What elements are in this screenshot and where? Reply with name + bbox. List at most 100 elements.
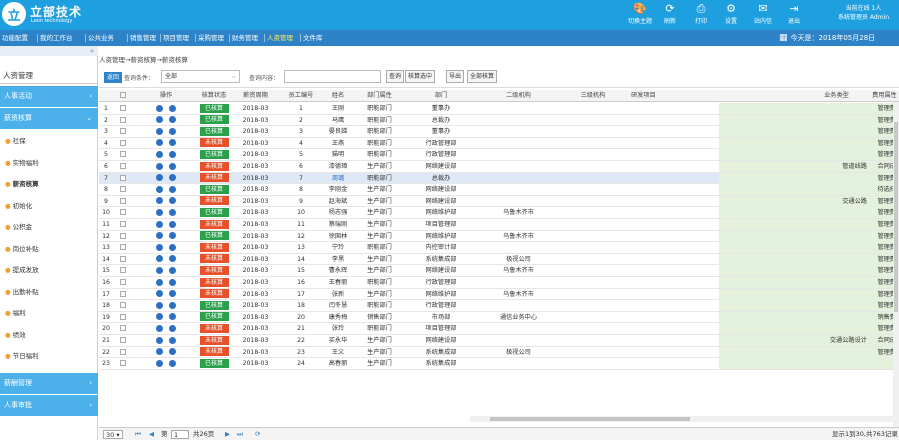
edit-icon[interactable] (156, 301, 163, 309)
edit-icon[interactable] (156, 266, 163, 274)
edit-icon[interactable] (156, 243, 163, 251)
edit-icon[interactable] (156, 127, 163, 135)
edit-icon[interactable] (156, 162, 163, 170)
edit-icon[interactable] (156, 104, 163, 112)
column-header-6[interactable]: 员工编号 (282, 90, 320, 102)
column-header-15[interactable]: 费用属性 (870, 90, 899, 102)
select-all-checkbox[interactable] (120, 92, 126, 98)
view-icon[interactable] (169, 197, 176, 205)
sidebar-group-2[interactable]: 薪资核算 ⌄ (0, 108, 98, 129)
row-checkbox[interactable] (120, 313, 126, 320)
menu-item-9[interactable]: 文件库 (303, 30, 323, 46)
edit-icon[interactable] (156, 150, 163, 158)
column-header-1[interactable] (99, 90, 113, 102)
row-checkbox-cell[interactable] (113, 207, 133, 218)
toolbar-gear-button[interactable]: ⚙ 设置 (716, 2, 746, 25)
row-checkbox[interactable] (120, 302, 126, 309)
view-icon[interactable] (169, 255, 176, 263)
row-checkbox-cell[interactable] (113, 277, 133, 288)
sidebar-item-5[interactable]: ● 公积金 (0, 217, 98, 237)
row-checkbox[interactable] (120, 128, 126, 135)
edit-icon[interactable] (156, 174, 163, 182)
edit-icon[interactable] (156, 324, 163, 332)
row-checkbox-cell[interactable] (113, 173, 133, 184)
toolbar-mail-button[interactable]: ✉ 站内信 (748, 2, 778, 25)
row-checkbox-cell[interactable] (113, 242, 133, 253)
row-checkbox[interactable] (120, 337, 126, 343)
column-header-7[interactable]: 姓名 (320, 90, 356, 102)
column-header-3[interactable]: 操作 (133, 90, 199, 102)
scroll-thumb[interactable] (894, 122, 898, 312)
row-checkbox-cell[interactable] (113, 254, 133, 265)
row-checkbox[interactable] (120, 116, 126, 123)
row-checkbox[interactable] (120, 325, 126, 332)
menu-item-7[interactable]: 财务管理 (232, 30, 258, 46)
refresh-icon[interactable]: ⟳ (255, 428, 260, 441)
view-icon[interactable] (169, 324, 176, 332)
view-icon[interactable] (169, 232, 176, 240)
back-button[interactable]: 返回 (104, 72, 123, 83)
view-icon[interactable] (169, 243, 176, 251)
table-row[interactable]: 1 已核算 2018-03 1 王刚 职能部门 董事办 管理费 (99, 103, 899, 115)
row-checkbox[interactable] (120, 290, 126, 297)
edit-icon[interactable] (156, 197, 163, 205)
table-row[interactable]: 9 未核算 2018-03 9 赵海斌 生产部门 网络建设部 交通公路 管理费 (99, 195, 899, 208)
menu-item-3[interactable]: 公共业务 (88, 30, 114, 46)
table-row[interactable]: 23 已核算 2018-03 24 高春丽 生产部门 系统集成部 (99, 358, 899, 370)
view-icon[interactable] (169, 266, 176, 274)
toolbar-refresh-button[interactable]: ⟳ 刷新 (655, 2, 685, 25)
table-row[interactable]: 18 已核算 2018-03 18 闫冬慧 职能部门 行政管理部 管理费 (99, 300, 899, 312)
view-icon[interactable] (169, 208, 176, 216)
row-checkbox[interactable] (120, 139, 126, 146)
row-checkbox-cell[interactable] (113, 103, 133, 114)
row-checkbox[interactable] (120, 174, 126, 181)
row-checkbox[interactable] (120, 348, 126, 355)
view-icon[interactable] (169, 104, 176, 112)
table-row[interactable]: 12 已核算 2018-03 12 徐国林 生产部门 网络维护部 乌鲁木齐市 管理费 (99, 230, 899, 243)
row-checkbox[interactable] (120, 151, 126, 158)
sidebar-item-2[interactable]: ● 实物福利 (0, 153, 98, 173)
view-icon[interactable] (169, 301, 176, 309)
sidebar-group-1[interactable]: 人事活动 › (0, 86, 98, 107)
table-row[interactable]: 8 已核算 2018-03 8 李刚金 生产部门 网络建设部 待选择 (99, 184, 899, 196)
row-checkbox-cell[interactable] (113, 323, 133, 334)
row-checkbox[interactable] (120, 197, 126, 204)
sidebar-group-4[interactable]: 人事审批 › (0, 395, 98, 416)
edit-icon[interactable] (156, 139, 163, 147)
edit-icon[interactable] (156, 313, 163, 321)
sidebar-item-10[interactable]: ● 绩效 (0, 325, 98, 345)
user-info[interactable]: 当前在线 1人 系统管理员 Admin (838, 4, 889, 22)
row-checkbox-cell[interactable] (113, 161, 133, 172)
table-row[interactable]: 16 未核算 2018-03 16 王春丽 职能部门 行政管理部 管理费 (99, 277, 899, 289)
view-icon[interactable] (169, 359, 176, 367)
page-number-input[interactable]: 1 (171, 428, 189, 441)
row-checkbox-cell[interactable] (113, 347, 133, 358)
column-header-2[interactable] (113, 90, 133, 102)
row-checkbox[interactable] (120, 360, 126, 367)
table-row[interactable]: 17 未核算 2018-03 17 张新 生产部门 网络维护部 乌鲁木齐市 管理费 (99, 288, 899, 301)
menu-item-4[interactable]: 销售管理 (130, 30, 156, 46)
sidebar-item-4[interactable]: ● 初始化 (0, 196, 98, 216)
view-icon[interactable] (169, 185, 176, 193)
toolbar-logout-button[interactable]: ⇥ 退出 (779, 2, 809, 25)
row-checkbox[interactable] (120, 105, 126, 111)
row-checkbox[interactable] (120, 267, 126, 274)
toolbar-palette-button[interactable]: 🎨 切换主题 (625, 2, 655, 25)
row-checkbox-cell[interactable] (113, 184, 133, 195)
row-checkbox[interactable] (120, 232, 126, 239)
toolbar-button-2[interactable]: 核算选中 (405, 70, 436, 83)
row-checkbox-cell[interactable] (113, 149, 133, 160)
row-checkbox[interactable] (120, 279, 126, 285)
table-row[interactable]: 14 未核算 2018-03 14 李黑 生产部门 系统集成部 极视公司 管理费 (99, 253, 899, 266)
sidebar-item-1[interactable]: ● 社保 (0, 131, 98, 151)
menu-item-5[interactable]: 项目管理 (163, 30, 189, 46)
row-checkbox-cell[interactable] (113, 312, 133, 323)
row-checkbox[interactable] (120, 209, 126, 216)
column-header-4[interactable]: 核算状态 (199, 90, 229, 102)
row-checkbox-cell[interactable] (113, 138, 133, 149)
edit-icon[interactable] (156, 232, 163, 240)
table-row[interactable]: 10 已核算 2018-03 10 杨志强 生产部门 网络维护部 乌鲁木齐市 管理费 (99, 207, 899, 219)
table-row[interactable]: 6 未核算 2018-03 6 漆德璋 生产部门 网络建设部 管道线路 合同成 (99, 161, 899, 173)
view-icon[interactable] (169, 150, 176, 158)
edit-icon[interactable] (156, 220, 163, 228)
